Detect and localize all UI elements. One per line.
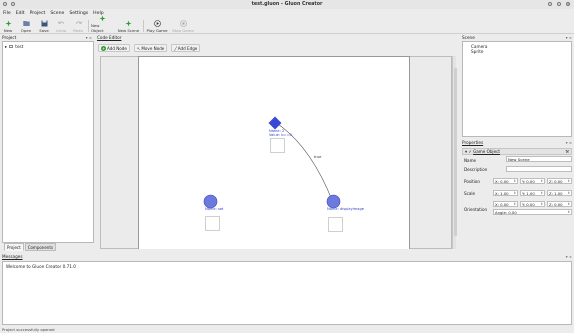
- panel-float-close-icon[interactable]: ▾ ×: [566, 140, 572, 146]
- orientation-label: Orientation: [464, 207, 488, 212]
- scene-item-sprite[interactable]: Sprite: [471, 49, 483, 54]
- scrollbar-thumb[interactable]: [453, 68, 457, 236]
- position-label: Position: [464, 179, 480, 184]
- checkbox-icon[interactable]: ✓: [468, 149, 471, 154]
- orientation-z-spinner[interactable]: Z: 0.00 ⇕: [547, 201, 572, 207]
- editor-scrollbar[interactable]: [452, 56, 457, 249]
- game-object-section[interactable]: ▾ ✓ Game Object ⚒: [462, 148, 572, 155]
- orientation-y-spinner[interactable]: Y: 0.00 ⇕: [520, 201, 545, 207]
- name-field[interactable]: New Scene: [506, 156, 572, 162]
- properties-empty-area: [462, 218, 572, 248]
- node-preview: [205, 216, 220, 231]
- status-bar: Project successfully opened: [2, 327, 55, 332]
- position-z-spinner[interactable]: Z: 0.00 ⇕: [547, 178, 572, 184]
- panel-float-close-icon[interactable]: ▾ ×: [566, 254, 572, 260]
- description-label: Description: [464, 167, 488, 172]
- node-name-label: Name: set: [205, 207, 224, 211]
- properties-panel-header: Properties ▾ ×: [462, 140, 572, 146]
- orientation-x-spinner[interactable]: X: 0.00 ⇕: [493, 201, 518, 207]
- position-y-spinner[interactable]: Y: 0.00 ⇕: [520, 178, 545, 184]
- scale-y-spinner[interactable]: Y: 1.00 ⇕: [520, 190, 545, 196]
- messages-log[interactable]: Welcome to Gluon Creator 0.71.0: [2, 261, 572, 325]
- description-field[interactable]: [506, 166, 572, 172]
- collapse-arrow-icon[interactable]: ▾: [465, 149, 467, 154]
- messages-panel-header: Messages ▾ ×: [2, 254, 572, 260]
- name-label: Name: [464, 158, 477, 163]
- node-preview: [270, 138, 285, 153]
- condition-node-icon[interactable]: [268, 116, 282, 130]
- node-preview: [328, 217, 343, 232]
- position-x-spinner[interactable]: X: 0.00 ⇕: [493, 178, 518, 184]
- scene-tree[interactable]: Camera Sprite: [462, 41, 572, 137]
- message-line: Welcome to Gluon Creator 0.71.0: [6, 264, 76, 269]
- edge-label: true: [314, 155, 322, 159]
- node-value-label: Value: b==0: [269, 133, 292, 137]
- scale-label: Scale: [464, 191, 476, 196]
- scale-x-spinner[interactable]: X: 1.00 ⇕: [493, 190, 518, 196]
- node-name-label: Name: displayImage: [327, 207, 364, 211]
- wrench-icon[interactable]: ⚒: [565, 149, 569, 154]
- angle-spinner[interactable]: Angle: 0.00 ⇕: [493, 209, 572, 215]
- scale-z-spinner[interactable]: Z: 1.00 ⇕: [547, 190, 572, 196]
